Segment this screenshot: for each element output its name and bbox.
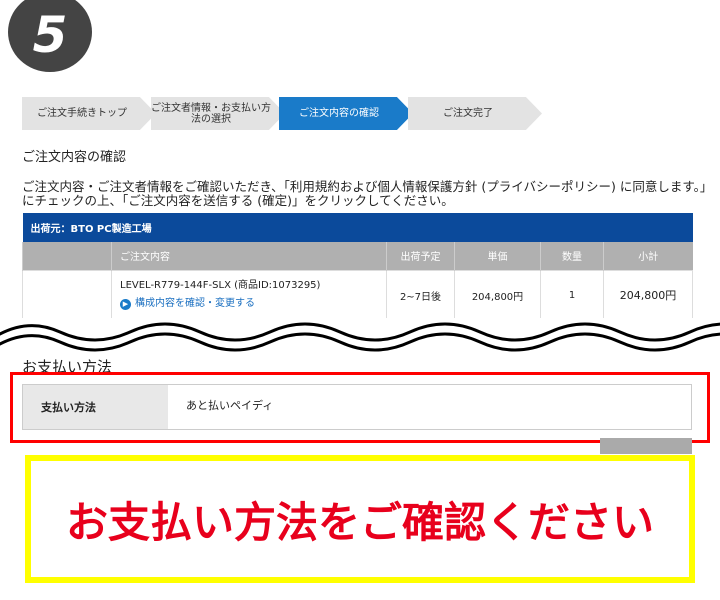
payment-method-value: あと払いペイディ [186, 399, 274, 412]
header-item: ご注文内容 [111, 242, 387, 270]
step-customer-info: ご注文者情報・お支払い方法の選択 [151, 97, 285, 130]
play-icon: ▶ [120, 299, 131, 310]
header-qty: 数量 [540, 242, 604, 270]
payment-method-row: 支払い方法 あと払いペイディ [22, 384, 692, 430]
subtotal: 204,800円 [603, 269, 693, 321]
product-name: LEVEL-R779-144F-SLX (商品ID:1073295) [120, 280, 321, 291]
ship-estimate: 2~7日後 [386, 269, 455, 321]
quantity: 1 [540, 269, 604, 321]
step-number-badge: 5 [8, 0, 92, 72]
cell-blank [22, 269, 112, 321]
header-ship: 出荷予定 [386, 242, 455, 270]
page-title: ご注文内容の確認 [22, 150, 127, 165]
instructions-text: ご注文内容・ご注文者情報をご確認いただき、「利用規約および個人情報保護方針 (プ… [22, 179, 707, 208]
order-table: 出荷元：BTO PC製造工場 ご注文内容 出荷予定 単価 数量 小計 LEVEL… [22, 213, 693, 321]
edit-config-link[interactable]: ▶ 構成内容を確認・変更する [120, 295, 386, 313]
step-order-top: ご注文手続きトップ [22, 97, 156, 130]
unit-price: 204,800円 [454, 269, 541, 321]
header-price: 単価 [454, 242, 541, 270]
step-confirm-order: ご注文内容の確認 [279, 97, 413, 130]
header-subtotal: 小計 [603, 242, 693, 270]
table-row: LEVEL-R779-144F-SLX (商品ID:1073295) ▶ 構成内容… [22, 269, 693, 321]
wave-divider [0, 318, 720, 354]
change-button[interactable] [600, 438, 692, 454]
edit-config-label: 構成内容を確認・変更する [135, 298, 255, 309]
header-blank [22, 242, 112, 270]
step-complete: ご注文完了 [408, 97, 542, 130]
callout-banner: お支払い方法をご確認ください [25, 455, 695, 583]
ship-from: 出荷元：BTO PC製造工場 [22, 213, 693, 242]
payment-method-label: 支払い方法 [23, 385, 168, 429]
